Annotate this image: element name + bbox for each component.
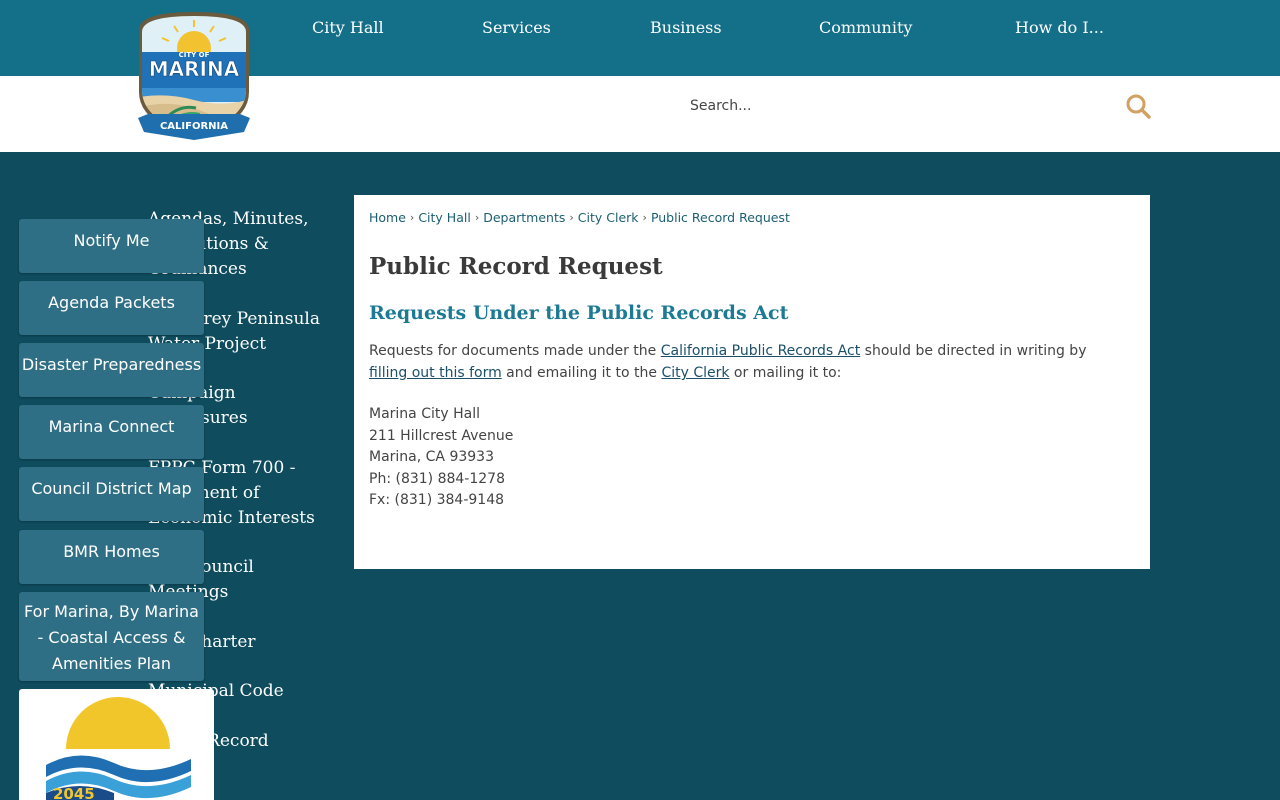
- address-line: Marina, CA 93933: [369, 449, 494, 466]
- breadcrumb-city-hall[interactable]: City Hall: [418, 210, 470, 225]
- quick-link-bmr-homes[interactable]: BMR Homes: [19, 530, 204, 584]
- city-clerk-link[interactable]: City Clerk: [661, 365, 729, 381]
- breadcrumb-departments[interactable]: Departments: [483, 210, 565, 225]
- fax-number: Fx: (831) 384-9148: [369, 492, 505, 509]
- quick-link-marina-connect[interactable]: Marina Connect: [19, 405, 204, 459]
- address-line: 211 Hillcrest Avenue: [369, 427, 514, 444]
- svg-text:MARINA: MARINA: [149, 57, 240, 81]
- quick-link-notify-me[interactable]: Notify Me: [19, 219, 204, 273]
- search-input[interactable]: [690, 94, 1110, 118]
- quick-link-council-district-map[interactable]: Council District Map: [19, 467, 204, 521]
- sun-waves-logo-icon: 2045: [19, 697, 214, 800]
- general-plan-2045-promo[interactable]: 2045: [19, 689, 214, 800]
- nav-services[interactable]: Services: [482, 18, 551, 37]
- request-form-link[interactable]: filling out this form: [369, 365, 502, 381]
- breadcrumb-separator-icon: ›: [474, 210, 480, 224]
- instructions-text: and emailing it to the: [501, 365, 662, 381]
- breadcrumb-home[interactable]: Home: [369, 210, 406, 225]
- breadcrumb-separator-icon: ›: [569, 210, 574, 224]
- phone-number: Ph: (831) 884-1278: [369, 470, 505, 487]
- breadcrumb-separator-icon: ›: [642, 210, 647, 224]
- search-icon: [1126, 94, 1151, 119]
- quick-link-label: For Marina, By Marina - Coastal Access &…: [24, 602, 199, 673]
- quick-link-label: Marina Connect: [48, 417, 175, 436]
- quick-link-label: BMR Homes: [63, 542, 160, 561]
- search-button[interactable]: [1124, 92, 1152, 120]
- address-line: Marina City Hall: [369, 406, 480, 422]
- mailing-address: Marina City Hall 211 Hillcrest Avenue Ma…: [369, 404, 1135, 512]
- breadcrumb: Home › City Hall › Departments › City Cl…: [369, 209, 1135, 225]
- marina-seal-icon: CITY OF MARINA CALIFORNIA: [138, 12, 250, 140]
- breadcrumb-current: Public Record Request: [650, 209, 790, 225]
- city-logo[interactable]: CITY OF MARINA CALIFORNIA: [134, 12, 254, 142]
- quick-link-label: Council District Map: [31, 479, 192, 498]
- quick-link-coastal-access-plan[interactable]: For Marina, By Marina - Coastal Access &…: [19, 592, 204, 681]
- quick-link-label: Notify Me: [73, 231, 150, 250]
- main-content: Home › City Hall › Departments › City Cl…: [354, 195, 1150, 569]
- quick-link-label: Disaster Preparedness: [21, 355, 202, 374]
- nav-city-hall[interactable]: City Hall: [312, 18, 384, 37]
- svg-text:2045: 2045: [53, 785, 95, 800]
- quick-link-label: Agenda Packets: [48, 293, 175, 312]
- svg-text:CALIFORNIA: CALIFORNIA: [160, 121, 228, 132]
- instructions-text: Requests for documents made under the: [369, 343, 661, 359]
- nav-community[interactable]: Community: [819, 18, 912, 37]
- quick-link-disaster-preparedness[interactable]: Disaster Preparedness: [19, 343, 204, 397]
- nav-business[interactable]: Business: [650, 18, 722, 37]
- page-title: Public Record Request: [369, 253, 663, 280]
- section-heading: Requests Under the Public Records Act: [369, 302, 789, 324]
- instructions-text: or mailing it to:: [729, 365, 842, 381]
- quick-link-agenda-packets[interactable]: Agenda Packets: [19, 281, 204, 335]
- cpra-link[interactable]: California Public Records Act: [661, 343, 860, 359]
- nav-how-do-i[interactable]: How do I...: [1015, 18, 1104, 37]
- instructions-text: should be directed in writing by: [860, 343, 1087, 359]
- breadcrumb-city-clerk[interactable]: City Clerk: [578, 210, 639, 225]
- request-instructions: Requests for documents made under the Ca…: [369, 340, 1129, 384]
- breadcrumb-separator-icon: ›: [409, 210, 415, 224]
